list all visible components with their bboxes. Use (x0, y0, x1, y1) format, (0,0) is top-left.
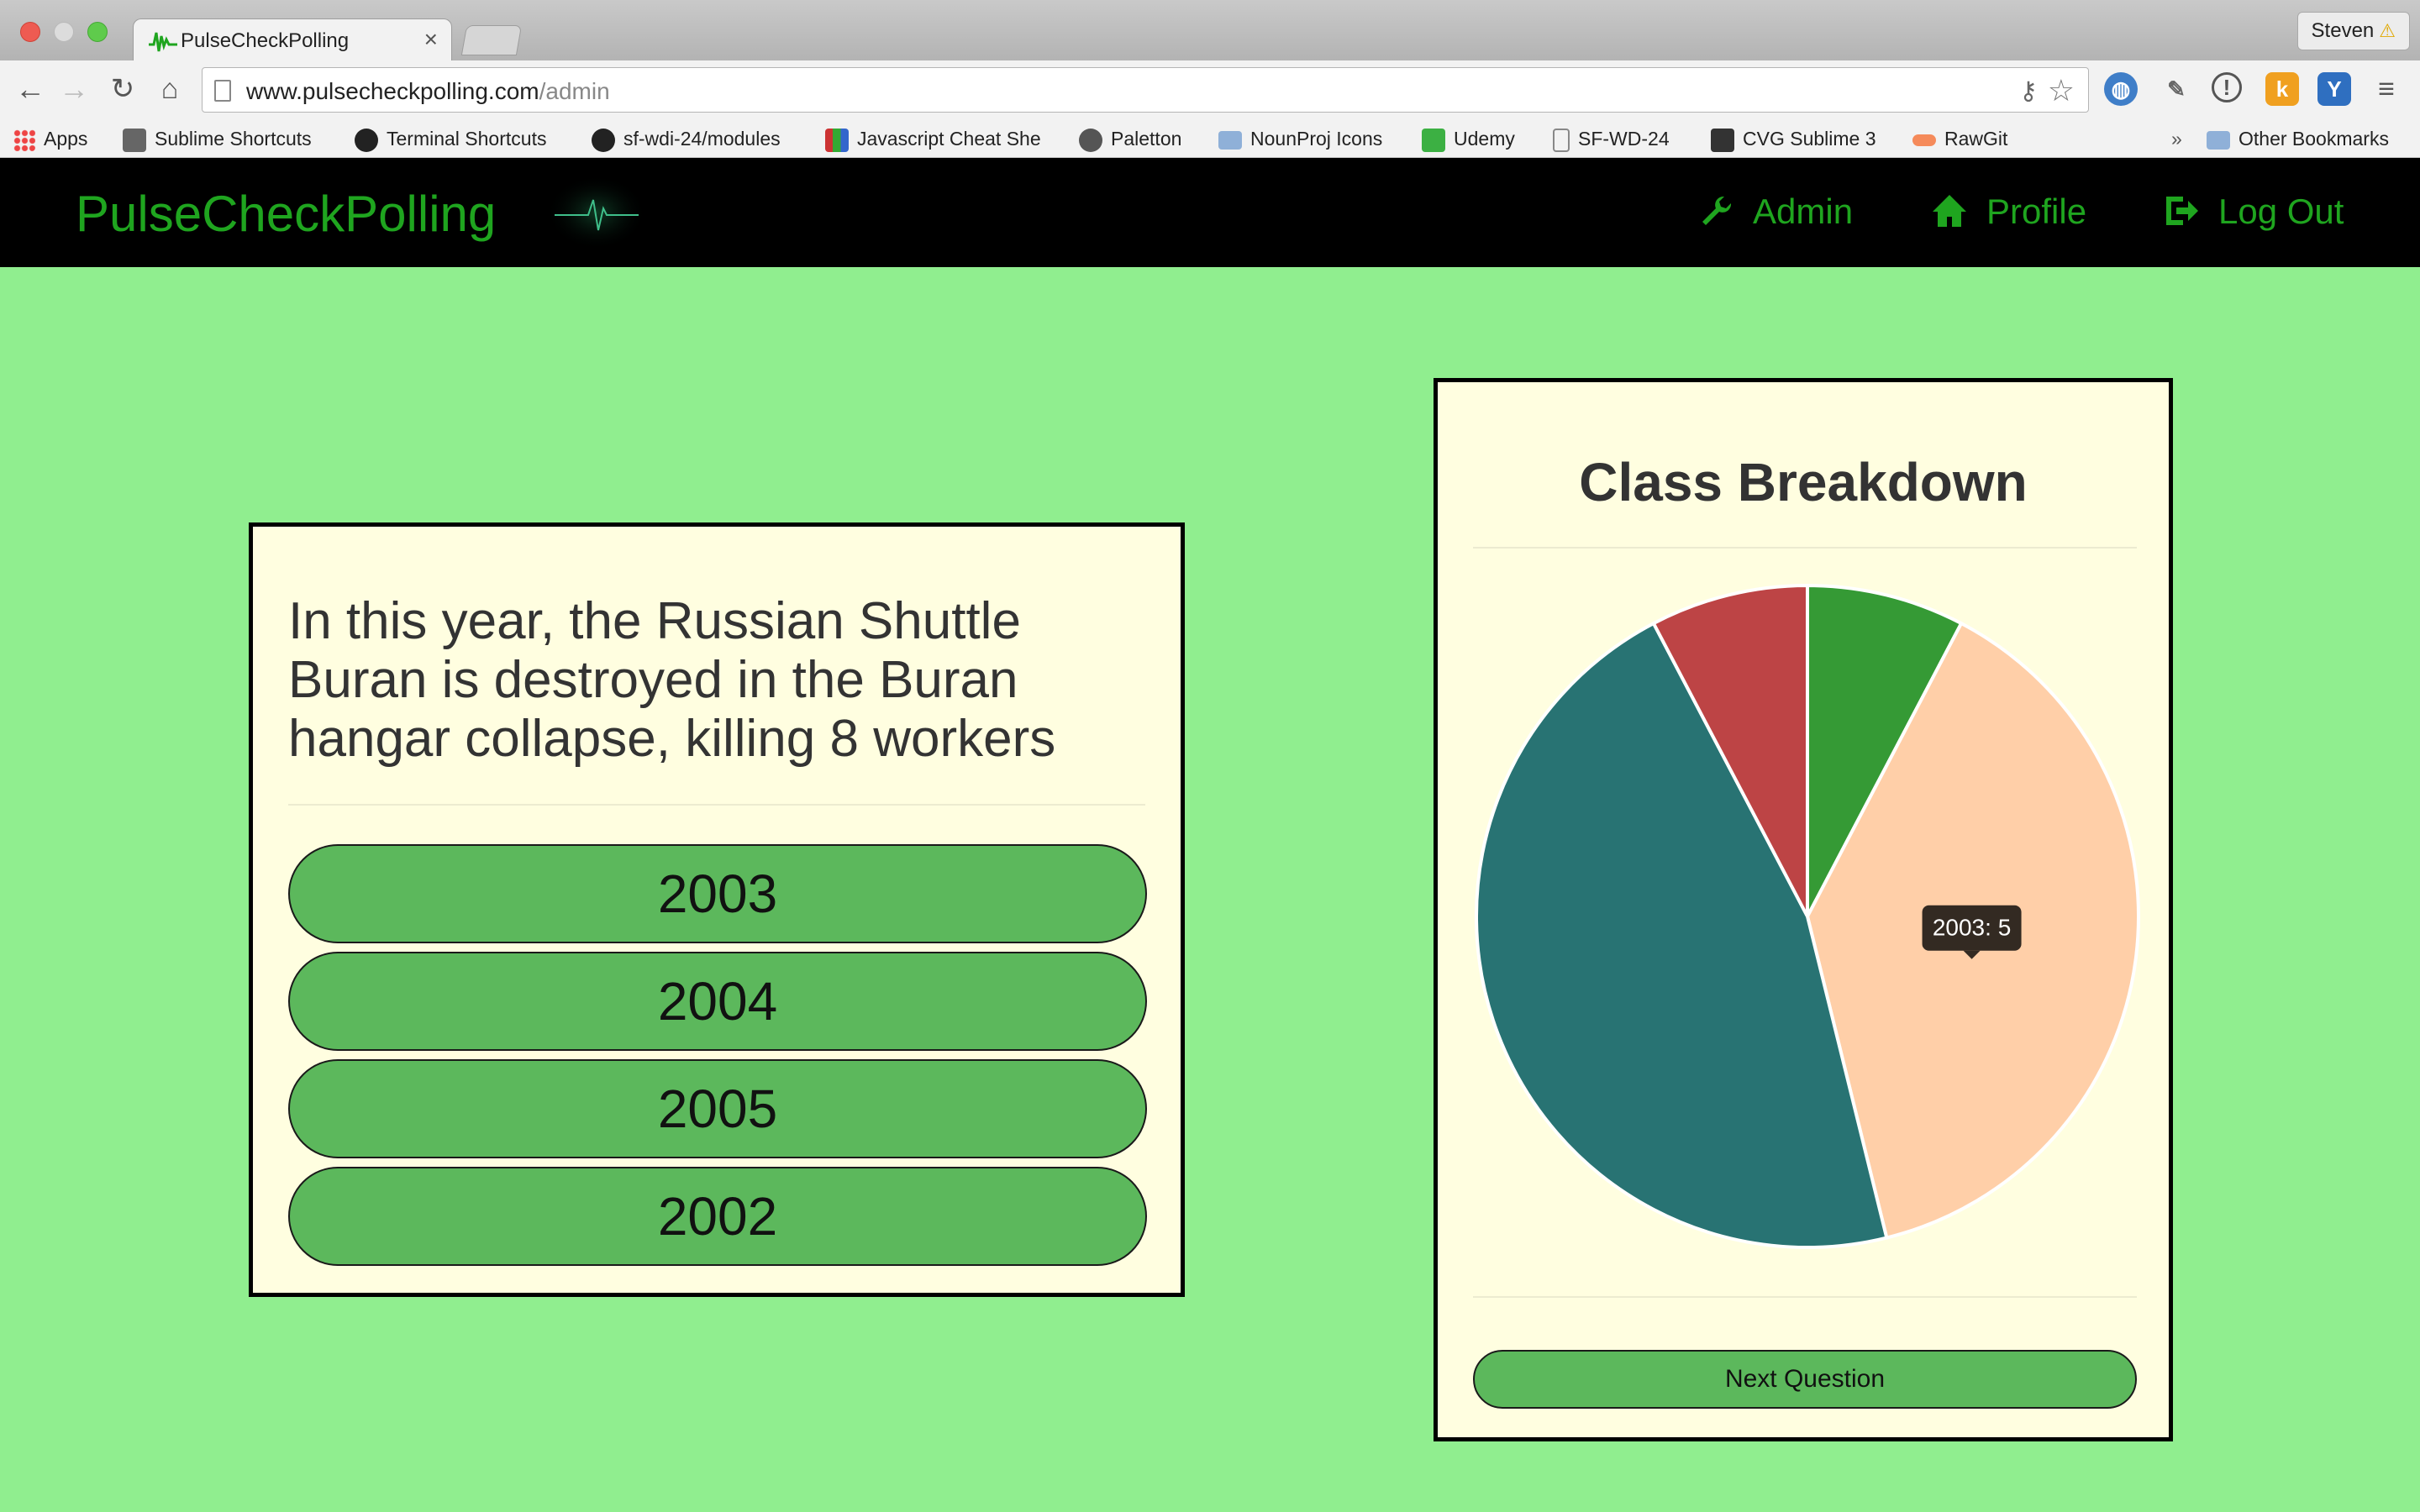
pie-chart: 2003: 5 (1475, 583, 2140, 1249)
sublime-icon (123, 128, 146, 152)
bookmark-other-bookmarks[interactable]: Other Bookmarks (2207, 124, 2389, 153)
udemy-icon (1422, 128, 1445, 152)
chart-panel: Class Breakdown 2003: 5 Next Question (1434, 378, 2173, 1441)
bookmark-sf-wdi-24-modules[interactable]: sf-wdi-24/modules (592, 124, 781, 153)
pie-slices (1475, 583, 2140, 1249)
page-icon (214, 80, 231, 102)
key-icon[interactable]: ⚷ (2019, 76, 2038, 106)
new-tab-button[interactable] (460, 25, 523, 55)
answer-button-2003[interactable]: 2003 (288, 844, 1147, 943)
heartbeat-logo-icon (546, 175, 647, 250)
warning-icon: ⚠ (2379, 20, 2396, 41)
tooltip-text: 2003: 5 (1933, 915, 2011, 941)
bookmark-apps[interactable]: Apps (13, 124, 87, 153)
chart-title: Class Breakdown (1579, 452, 2028, 512)
nav-logout-link[interactable]: Log Out (2163, 192, 2344, 232)
window-close-button[interactable] (20, 22, 40, 42)
globe-extension-icon[interactable]: ◍ (2104, 72, 2138, 106)
answer-button-2005[interactable]: 2005 (288, 1059, 1147, 1158)
answer-button-2004[interactable]: 2004 (288, 952, 1147, 1051)
bookmark-paletton[interactable]: Paletton (1079, 124, 1181, 153)
browser-title-bar: PulseCheckPolling × Steven ⚠ (0, 0, 2420, 62)
pulse-favicon-icon (149, 32, 177, 52)
github-icon (592, 128, 615, 152)
bookmark-sf-wd-24[interactable]: SF-WD-24 (1553, 124, 1670, 153)
bookmark-sublime-shortcuts[interactable]: Sublime Shortcuts (123, 124, 312, 153)
bookmark-rawgit[interactable]: RawGit (1912, 124, 2007, 153)
password-extension-icon[interactable]: ! (2212, 72, 2242, 102)
home-icon (1933, 195, 1966, 227)
app-navbar: PulseCheckPolling Admin Profile Log Out (0, 158, 2420, 267)
home-icon[interactable]: ⌂ (151, 71, 188, 108)
folder-icon (1218, 130, 1242, 150)
apps-grid-icon (13, 129, 35, 151)
profile-name: Steven (2311, 19, 2375, 42)
window-maximize-button[interactable] (87, 22, 108, 42)
bookmark-javascript-cheat-sheet[interactable]: Javascript Cheat She (825, 124, 1052, 153)
browser-tab-active[interactable]: PulseCheckPolling × (133, 18, 452, 62)
bookmarks-overflow-chevron-icon[interactable]: » (2171, 124, 2182, 153)
wrench-icon (1702, 196, 1732, 225)
bookmark-udemy[interactable]: Udemy (1422, 124, 1515, 153)
divider (288, 804, 1145, 806)
k-extension-icon[interactable]: k (2265, 72, 2299, 106)
bookmark-cvg-sublime-3[interactable]: CVG Sublime 3 (1711, 124, 1876, 153)
url-text: www.pulsecheckpolling.com/admin (246, 78, 610, 104)
next-question-button[interactable]: Next Question (1473, 1350, 2137, 1409)
bookmark-terminal-shortcuts[interactable]: Terminal Shortcuts (355, 124, 546, 153)
y-extension-icon[interactable]: Y (2317, 72, 2351, 106)
eyedropper-extension-icon[interactable]: ✎ (2160, 72, 2193, 106)
tab-title: PulseCheckPolling (181, 29, 350, 52)
menu-icon[interactable]: ≡ (2370, 72, 2403, 106)
bookmark-star-icon[interactable]: ☆ (2048, 73, 2075, 108)
github-icon (355, 128, 378, 152)
window-minimize-button[interactable] (54, 22, 74, 42)
folder-icon (2207, 130, 2230, 150)
divider (1473, 1296, 2137, 1298)
address-bar[interactable]: www.pulsecheckpolling.com/admin ⚷ ☆ (202, 67, 2089, 113)
answer-button-2002[interactable]: 2002 (288, 1167, 1147, 1266)
question-panel: In this year, the Russian Shuttle Buran … (249, 522, 1185, 1297)
brand-name[interactable]: PulseCheckPolling (76, 185, 496, 243)
forward-arrow-icon[interactable]: → (55, 71, 92, 108)
bookmarks-bar: Apps Sublime Shortcuts Terminal Shortcut… (0, 119, 2420, 158)
bookmark-nounproj-icons[interactable]: NounProj Icons (1218, 124, 1382, 153)
reload-icon[interactable]: ↻ (104, 71, 141, 108)
tab-close-icon[interactable]: × (424, 26, 438, 53)
divider (1473, 547, 2137, 549)
page-icon (1553, 128, 1570, 152)
logout-icon (2166, 197, 2198, 225)
back-arrow-icon[interactable]: ← (12, 71, 49, 108)
question-text: In this year, the Russian Shuttle Buran … (288, 592, 1056, 768)
paletton-icon (1079, 128, 1102, 152)
nav-profile-link[interactable]: Profile (1931, 192, 2086, 232)
profile-switcher-button[interactable]: Steven ⚠ (2296, 12, 2410, 50)
cvg-icon (1711, 128, 1734, 152)
rawgit-icon (1912, 134, 1936, 146)
cheatsheet-icon (825, 128, 849, 152)
browser-toolbar: ← → ↻ ⌂ www.pulsecheckpolling.com/admin … (0, 60, 2420, 119)
nav-admin-link[interactable]: Admin (1699, 192, 1853, 232)
